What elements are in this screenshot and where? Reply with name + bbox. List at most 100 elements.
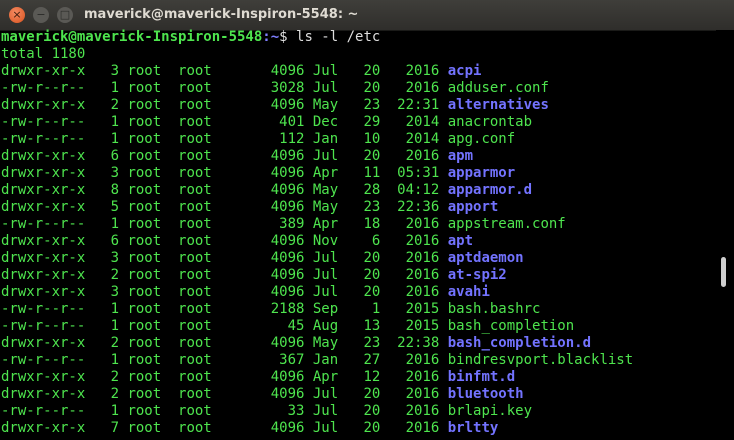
owner: root xyxy=(127,165,162,181)
month: Apr xyxy=(312,369,339,385)
file-name: bluetooth xyxy=(447,386,524,402)
group: root xyxy=(178,420,212,436)
list-item: -rw-r--r-- 1 root root 33 Jul 20 2016 br… xyxy=(1,403,716,420)
permissions: -rw-r--r-- xyxy=(1,318,86,334)
month: May xyxy=(312,335,339,351)
link-count: 3 xyxy=(110,165,119,181)
file-size: 4096 xyxy=(270,148,305,164)
file-name: apparmor xyxy=(447,165,516,181)
scrollbar-thumb[interactable] xyxy=(721,257,726,287)
day: 11 xyxy=(363,165,381,181)
link-count: 6 xyxy=(110,233,119,249)
prompt-symbol: $ xyxy=(279,29,288,45)
group: root xyxy=(178,199,212,215)
list-item: drwxr-xr-x 2 root root 4096 May 23 22:38… xyxy=(1,335,716,352)
prompt-path: :~ xyxy=(262,29,280,45)
file-name: alternatives xyxy=(447,97,549,113)
month: Jul xyxy=(312,386,339,402)
group: root xyxy=(178,335,212,351)
month: Jul xyxy=(312,148,339,164)
month: May xyxy=(312,199,339,215)
list-item: -rw-r--r-- 1 root root 112 Jan 10 2014 a… xyxy=(1,131,716,148)
prompt-user-host: maverick@maverick-Inspiron-5548 xyxy=(1,29,263,45)
day: 23 xyxy=(363,97,381,113)
list-item: drwxr-xr-x 3 root root 4096 Jul 20 2016 … xyxy=(1,284,716,301)
group: root xyxy=(178,403,212,419)
permissions: drwxr-xr-x xyxy=(1,97,86,113)
time: 2016 xyxy=(405,403,440,419)
group: root xyxy=(178,318,212,334)
minimize-icon[interactable]: − xyxy=(33,7,49,23)
month: Jul xyxy=(312,250,339,266)
month: Jul xyxy=(312,420,339,436)
group: root xyxy=(178,301,212,317)
file-name: adduser.conf xyxy=(447,80,549,96)
link-count: 7 xyxy=(110,420,119,436)
day: 27 xyxy=(363,352,381,368)
list-item: drwxr-xr-x 2 root root 4096 Jul 20 2016 … xyxy=(1,386,716,403)
terminal-window: × − □ maverick@maverick-Inspiron-5548: ~… xyxy=(0,0,734,440)
day: 10 xyxy=(363,131,381,147)
file-size: 4096 xyxy=(270,335,305,351)
owner: root xyxy=(127,80,162,96)
month: Nov xyxy=(312,233,339,249)
permissions: -rw-r--r-- xyxy=(1,216,86,232)
time: 22:36 xyxy=(397,199,440,215)
time: 2016 xyxy=(405,386,440,402)
owner: root xyxy=(127,267,162,283)
file-size: 4096 xyxy=(270,233,305,249)
time: 2016 xyxy=(405,80,440,96)
owner: root xyxy=(127,131,162,147)
month: Apr xyxy=(312,165,339,181)
owner: root xyxy=(127,403,162,419)
file-size: 4096 xyxy=(270,63,305,79)
group: root xyxy=(178,369,212,385)
time: 05:31 xyxy=(397,165,440,181)
list-item: -rw-r--r-- 1 root root 2188 Sep 1 2015 b… xyxy=(1,301,716,318)
list-item: drwxr-xr-x 8 root root 4096 May 28 04:12… xyxy=(1,182,716,199)
list-item: drwxr-xr-x 2 root root 4096 Apr 12 2016 … xyxy=(1,369,716,386)
month: Jul xyxy=(312,284,339,300)
link-count: 2 xyxy=(110,369,119,385)
file-size: 3028 xyxy=(270,80,305,96)
file-size: 4096 xyxy=(270,182,305,198)
owner: root xyxy=(127,318,162,334)
maximize-icon[interactable]: □ xyxy=(57,7,73,23)
file-name: bash_completion xyxy=(447,318,575,334)
time: 22:31 xyxy=(397,97,440,113)
file-name: bindresvport.blacklist xyxy=(447,352,634,368)
link-count: 1 xyxy=(110,216,119,232)
permissions: -rw-r--r-- xyxy=(1,403,86,419)
day: 1 xyxy=(371,301,381,317)
file-size: 4096 xyxy=(270,420,305,436)
link-count: 1 xyxy=(110,80,119,96)
permissions: -rw-r--r-- xyxy=(1,114,86,130)
scrollbar[interactable] xyxy=(716,30,734,440)
terminal-output[interactable]: maverick@maverick-Inspiron-5548:~$ ls -l… xyxy=(1,29,716,440)
title-bar[interactable]: × − □ maverick@maverick-Inspiron-5548: ~ xyxy=(0,0,734,31)
permissions: drwxr-xr-x xyxy=(1,182,86,198)
file-size: 4096 xyxy=(270,284,305,300)
file-name: brlapi.key xyxy=(447,403,533,419)
owner: root xyxy=(127,335,162,351)
file-name: avahi xyxy=(447,284,490,300)
time: 2014 xyxy=(405,114,440,130)
time: 2014 xyxy=(405,131,440,147)
owner: root xyxy=(127,352,162,368)
file-name: apparmor.d xyxy=(447,182,533,198)
owner: root xyxy=(127,148,162,164)
file-name: bash.bashrc xyxy=(447,301,541,317)
permissions: drwxr-xr-x xyxy=(1,369,86,385)
link-count: 8 xyxy=(110,182,119,198)
day: 20 xyxy=(363,267,381,283)
day: 23 xyxy=(363,335,381,351)
group: root xyxy=(178,80,212,96)
close-icon[interactable]: × xyxy=(9,7,25,23)
file-size: 112 xyxy=(279,131,305,147)
file-name: apg.conf xyxy=(447,131,516,147)
time: 2015 xyxy=(405,301,440,317)
month: Jul xyxy=(312,267,339,283)
file-size: 2188 xyxy=(270,301,305,317)
file-name: anacrontab xyxy=(447,114,533,130)
time: 2016 xyxy=(405,352,440,368)
